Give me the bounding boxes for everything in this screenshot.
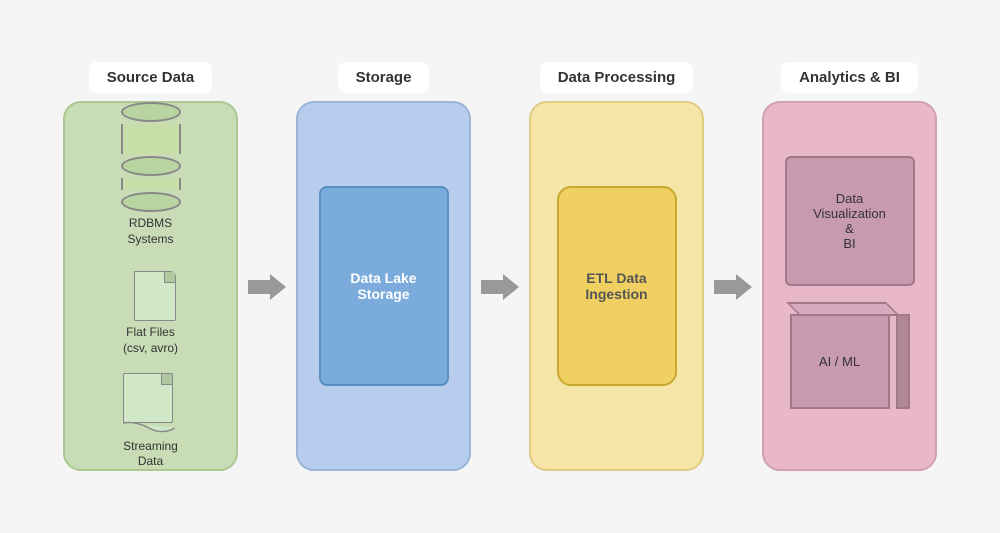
analytics-column: Analytics & BI DataVisualization&BI AI /…	[762, 62, 937, 471]
flat-files-label: Flat Files(csv, avro)	[123, 325, 178, 356]
source-data-column: Source Data RDBMSSystems	[63, 62, 238, 471]
data-lake-box: Data LakeStorage	[319, 186, 449, 386]
wave-svg	[123, 421, 175, 435]
processing-column: Data Processing ETL DataIngestion	[529, 62, 704, 471]
arrow-3	[714, 272, 752, 302]
documents-icon	[120, 263, 182, 321]
streaming-label: StreamingData	[123, 439, 178, 470]
etl-label: ETL DataIngestion	[585, 270, 647, 302]
arrow-icon-1	[248, 272, 286, 302]
storage-column: Storage Data LakeStorage	[296, 62, 471, 471]
ai-ml-cube: AI / ML	[790, 302, 910, 417]
data-viz-label: DataVisualization&BI	[813, 191, 886, 251]
cube-side-face	[896, 314, 910, 409]
cube-front-face: AI / ML	[790, 314, 890, 409]
streaming-item: StreamingData	[123, 373, 179, 470]
etl-box: ETL DataIngestion	[557, 186, 677, 386]
stream-icon	[123, 373, 179, 435]
storage-header: Storage	[338, 62, 430, 93]
flat-files-item: Flat Files(csv, avro)	[120, 263, 182, 356]
analytics-header: Analytics & BI	[781, 62, 918, 93]
diagram: Source Data RDBMSSystems	[0, 0, 1000, 533]
rdbms-item: RDBMSSystems	[121, 102, 181, 247]
arrow-2	[481, 272, 519, 302]
arrow-icon-2	[481, 272, 519, 302]
arrow-1	[248, 272, 286, 302]
data-lake-label: Data LakeStorage	[350, 270, 416, 302]
analytics-panel: DataVisualization&BI AI / ML	[762, 101, 937, 471]
processing-header: Data Processing	[540, 62, 694, 93]
arrow-icon-3	[714, 272, 752, 302]
source-data-panel: RDBMSSystems Flat Files(csv, avro)	[63, 101, 238, 471]
ai-ml-label: AI / ML	[819, 354, 860, 369]
source-data-header: Source Data	[89, 62, 213, 93]
data-viz-box: DataVisualization&BI	[785, 156, 915, 286]
storage-panel: Data LakeStorage	[296, 101, 471, 471]
database-icon	[121, 102, 181, 212]
processing-panel: ETL DataIngestion	[529, 101, 704, 471]
rdbms-label: RDBMSSystems	[127, 216, 173, 247]
